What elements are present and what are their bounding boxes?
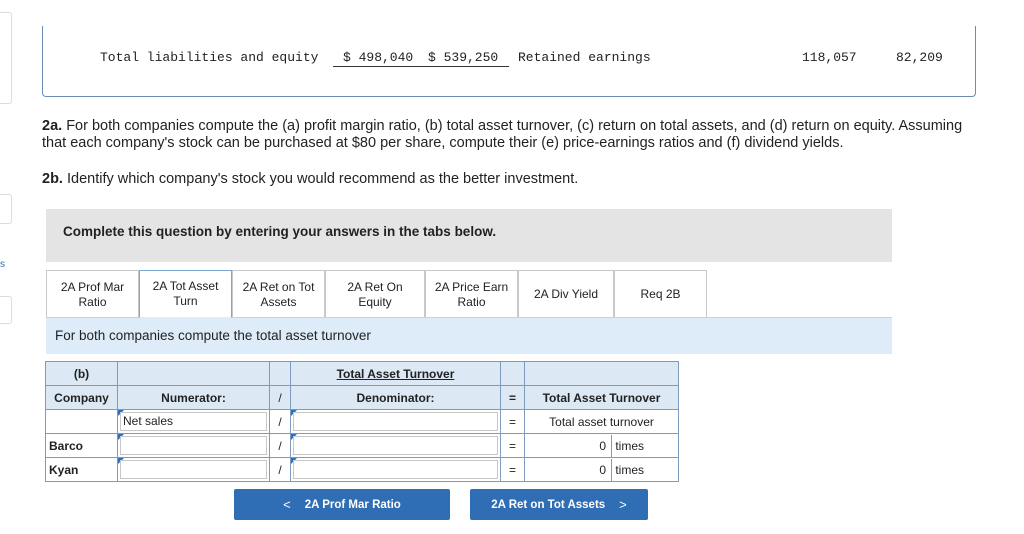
prompt-2b-text: Identify which company's stock you would… <box>66 171 579 187</box>
barco-numerator-value <box>120 436 267 455</box>
prompt-2b: 2b. Identify which company's stock you w… <box>42 171 982 188</box>
statement-label: Total liabilities and equity <box>100 50 319 65</box>
tab-label-line1: 2A Ret On <box>347 279 403 294</box>
total-asset-turnover-table: (b) Total Asset Turnover Company Numerat… <box>45 361 679 482</box>
tab-req-2b[interactable]: Req 2B <box>614 270 707 318</box>
tab-instruction-text: For both companies compute the total ass… <box>55 328 371 343</box>
tab-label-line2: Equity <box>358 294 392 309</box>
numerator-header: Numerator: <box>117 385 270 410</box>
slash-header: / <box>269 385 291 410</box>
slash: / <box>269 409 291 434</box>
slash: / <box>269 433 291 458</box>
barco-result-unit: times <box>611 434 644 457</box>
tab-2a-tot-asset-turn[interactable]: 2A Tot Asset Turn <box>139 270 232 318</box>
equals-header: = <box>500 385 525 410</box>
denominator-label-value <box>293 412 498 431</box>
left-edge-panel-bottom <box>0 296 12 324</box>
denominator-label-select[interactable] <box>290 409 501 434</box>
company-name: Kyan <box>45 457 118 482</box>
tab-label-line1: 2A Prof Mar <box>60 279 125 294</box>
barco-numerator-input[interactable] <box>117 433 270 458</box>
table-row-labels: Net sales / = Total asset turnover <box>45 409 679 434</box>
statement-right-barco: 118,057 <box>802 50 857 65</box>
prompt-2b-number: 2b. <box>42 171 63 187</box>
kyan-denominator-value <box>293 460 498 479</box>
tab-label-line1: 2A Tot Asset <box>152 279 219 293</box>
table-row-barco: Barco / = 0 times <box>45 433 679 458</box>
barco-denominator-input[interactable] <box>290 433 501 458</box>
part-label: (b) <box>45 361 118 386</box>
tab-2a-ret-on-equity[interactable]: 2A Ret On Equity <box>325 270 425 318</box>
prompt-2a: 2a. For both companies compute the (a) p… <box>42 118 982 152</box>
left-edge-panel-top <box>0 12 12 104</box>
table-header-row-columns: Company Numerator: / Denominator: = Tota… <box>45 385 679 410</box>
equals-sign: = <box>500 433 525 458</box>
denominator-header: Denominator: <box>290 385 501 410</box>
statement-total-underline <box>333 66 509 67</box>
tab-2a-div-yield[interactable]: 2A Div Yield <box>518 270 614 318</box>
tab-label-line2: Assets <box>260 294 297 309</box>
statement-kyan-total: $ 539,250 <box>428 50 499 65</box>
numerator-label-select[interactable]: Net sales <box>117 409 270 434</box>
numerator-label-value: Net sales <box>120 412 267 431</box>
tab-2a-price-earn-ratio[interactable]: 2A Price Earn Ratio <box>425 270 518 318</box>
prev-tab-label: 2A Prof Mar Ratio <box>304 498 401 511</box>
tab-label-line1: 2A Price Earn <box>434 279 509 294</box>
kyan-result-unit: times <box>611 458 644 481</box>
tab-label-line2: Ratio <box>457 294 486 309</box>
kyan-result-value: 0 <box>599 462 606 477</box>
next-tab-button[interactable]: 2A Ret on Tot Assets > <box>470 489 648 520</box>
statement-barco-total: $ 498,040 <box>343 50 414 65</box>
next-tab-label: 2A Ret on Tot Assets <box>491 498 606 511</box>
slash: / <box>269 457 291 482</box>
result-label: Total asset turnover <box>524 409 679 434</box>
kyan-denominator-input[interactable] <box>290 457 501 482</box>
tab-label-line1: Req 2B <box>640 287 681 301</box>
statement-right-kyan: 82,209 <box>896 50 943 65</box>
chevron-right-icon: > <box>619 497 627 512</box>
tab-label-line1: 2A Div Yield <box>533 287 599 301</box>
statement-right-label: Retained earnings <box>518 50 651 65</box>
prev-tab-button[interactable]: < 2A Prof Mar Ratio <box>234 489 450 520</box>
company-name: Barco <box>45 433 118 458</box>
kyan-numerator-input[interactable] <box>117 457 270 482</box>
prompt-2a-number: 2a. <box>42 118 63 134</box>
tab-2a-prof-mar-ratio[interactable]: 2A Prof Mar Ratio <box>46 270 139 318</box>
chevron-left-icon: < <box>283 497 291 512</box>
tab-label-line2: Turn <box>173 294 198 308</box>
equals-sign: = <box>500 457 525 482</box>
instructions-bar: Complete this question by entering your … <box>46 209 892 262</box>
prompt-2a-text: For both companies compute the (a) profi… <box>42 118 963 151</box>
instructions-text: Complete this question by entering your … <box>63 224 497 239</box>
table-title: Total Asset Turnover <box>290 361 501 386</box>
barco-result-value: 0 <box>599 438 606 453</box>
company-header: Company <box>45 385 118 410</box>
tab-label-line1: 2A Ret on Tot <box>242 279 315 294</box>
equals-sign: = <box>500 409 525 434</box>
barco-denominator-value <box>293 436 498 455</box>
tab-label-line2: Ratio <box>78 294 107 309</box>
kyan-result: 0 times <box>524 457 679 482</box>
barco-result: 0 times <box>524 433 679 458</box>
table-row-kyan: Kyan / = 0 times <box>45 457 679 482</box>
result-header: Total Asset Turnover <box>524 385 679 410</box>
kyan-numerator-value <box>120 460 267 479</box>
tab-2a-ret-on-tot-assets[interactable]: 2A Ret on Tot Assets <box>232 270 325 318</box>
table-header-row-title: (b) Total Asset Turnover <box>45 361 679 386</box>
left-edge-letter: s <box>0 259 5 270</box>
left-edge-panel-middle <box>0 194 12 224</box>
tab-instruction-bar: For both companies compute the total ass… <box>46 317 892 354</box>
